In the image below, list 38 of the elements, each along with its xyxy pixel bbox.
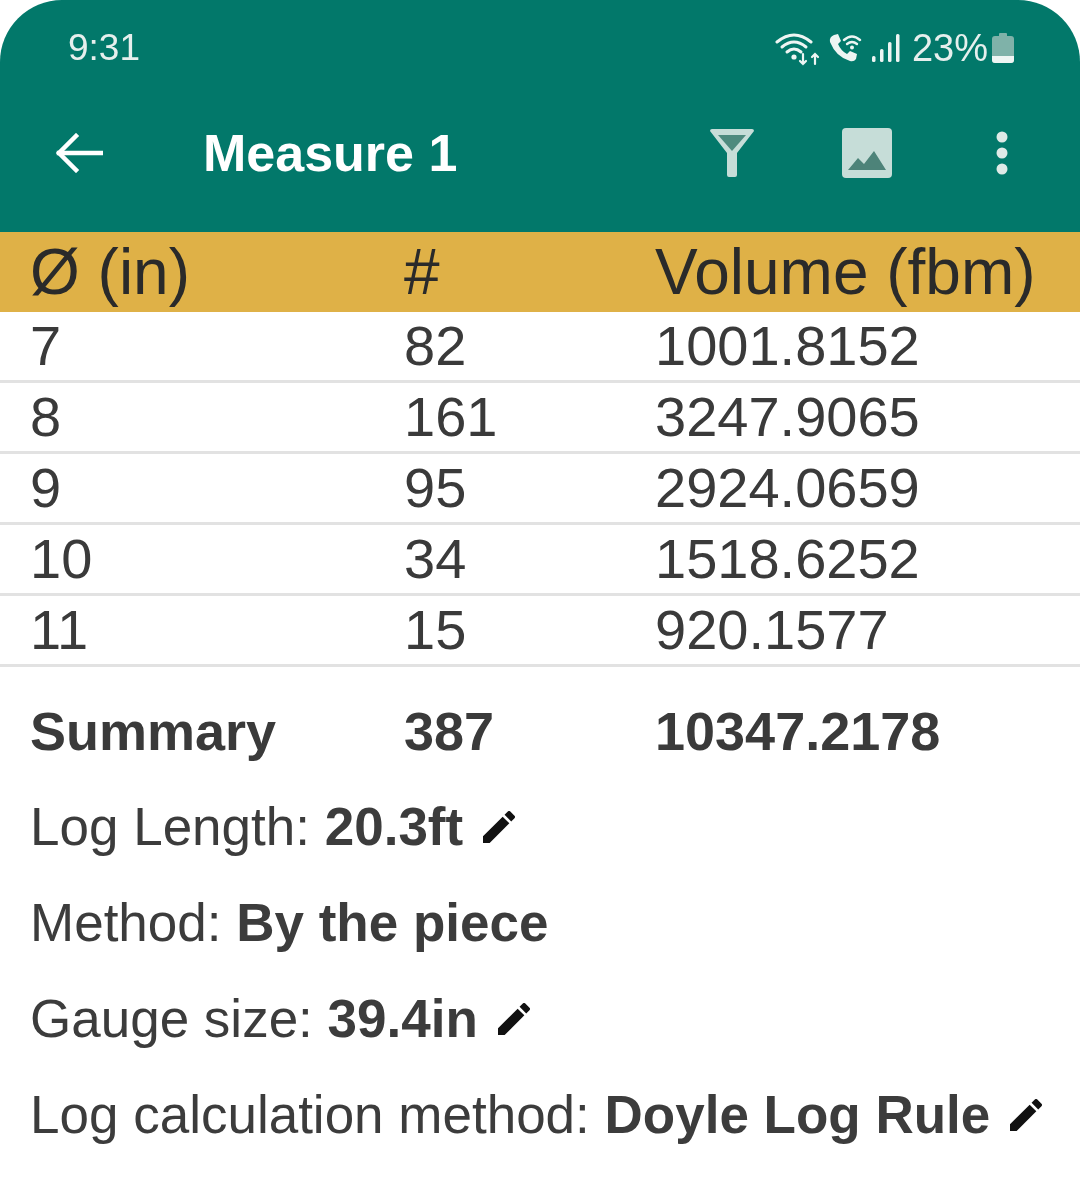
column-header: Volume (fbm) xyxy=(655,235,1036,310)
pencil-icon[interactable] xyxy=(483,811,516,843)
table-cell: 161 xyxy=(404,384,498,450)
table-cell: 95 xyxy=(404,455,467,521)
table-cell: 15 xyxy=(404,597,467,663)
table-cell: 11 xyxy=(30,597,89,663)
table-cell: 34 xyxy=(404,526,467,592)
summary-label: Summary xyxy=(30,700,277,763)
image-icon[interactable] xyxy=(842,128,892,178)
detail-text: Log calculation method: Doyle Log Rule xyxy=(30,1084,991,1146)
table-cell: 1001.8152 xyxy=(655,313,920,379)
detail-text: Log Length: 20.3ft xyxy=(30,796,464,858)
table-cell: 7 xyxy=(30,313,62,379)
detail-text: Gauge size: 39.4in xyxy=(30,988,478,1050)
filter-icon[interactable] xyxy=(710,129,754,177)
table-cell: 82 xyxy=(404,313,467,379)
screen-title: Measure 1 xyxy=(203,123,458,183)
column-header: Ø (in) xyxy=(30,235,190,310)
table-cell: 1518.6252 xyxy=(655,526,920,592)
table-cell: 2924.0659 xyxy=(655,455,920,521)
battery-percent: 23% xyxy=(911,26,988,70)
signal-icon xyxy=(871,34,900,62)
table-cell: 9 xyxy=(30,455,62,521)
more-icon[interactable] xyxy=(996,131,1008,175)
pencil-icon[interactable] xyxy=(1010,1099,1043,1131)
wifi-icon xyxy=(774,30,821,66)
table-cell: 10 xyxy=(30,526,93,592)
table-cell: 3247.9065 xyxy=(655,384,920,450)
column-header: # xyxy=(404,235,440,310)
summary-count: 387 xyxy=(404,700,495,763)
table-cell: 8 xyxy=(30,384,62,450)
phone-wifi-icon xyxy=(827,33,862,63)
table-cell: 920.1577 xyxy=(655,597,889,663)
battery-icon xyxy=(992,33,1014,63)
pencil-icon[interactable] xyxy=(497,1003,530,1035)
summary-volume: 10347.2178 xyxy=(655,700,941,763)
detail-text: Method: By the piece xyxy=(30,892,549,954)
status-time: 9:31 xyxy=(68,27,140,69)
